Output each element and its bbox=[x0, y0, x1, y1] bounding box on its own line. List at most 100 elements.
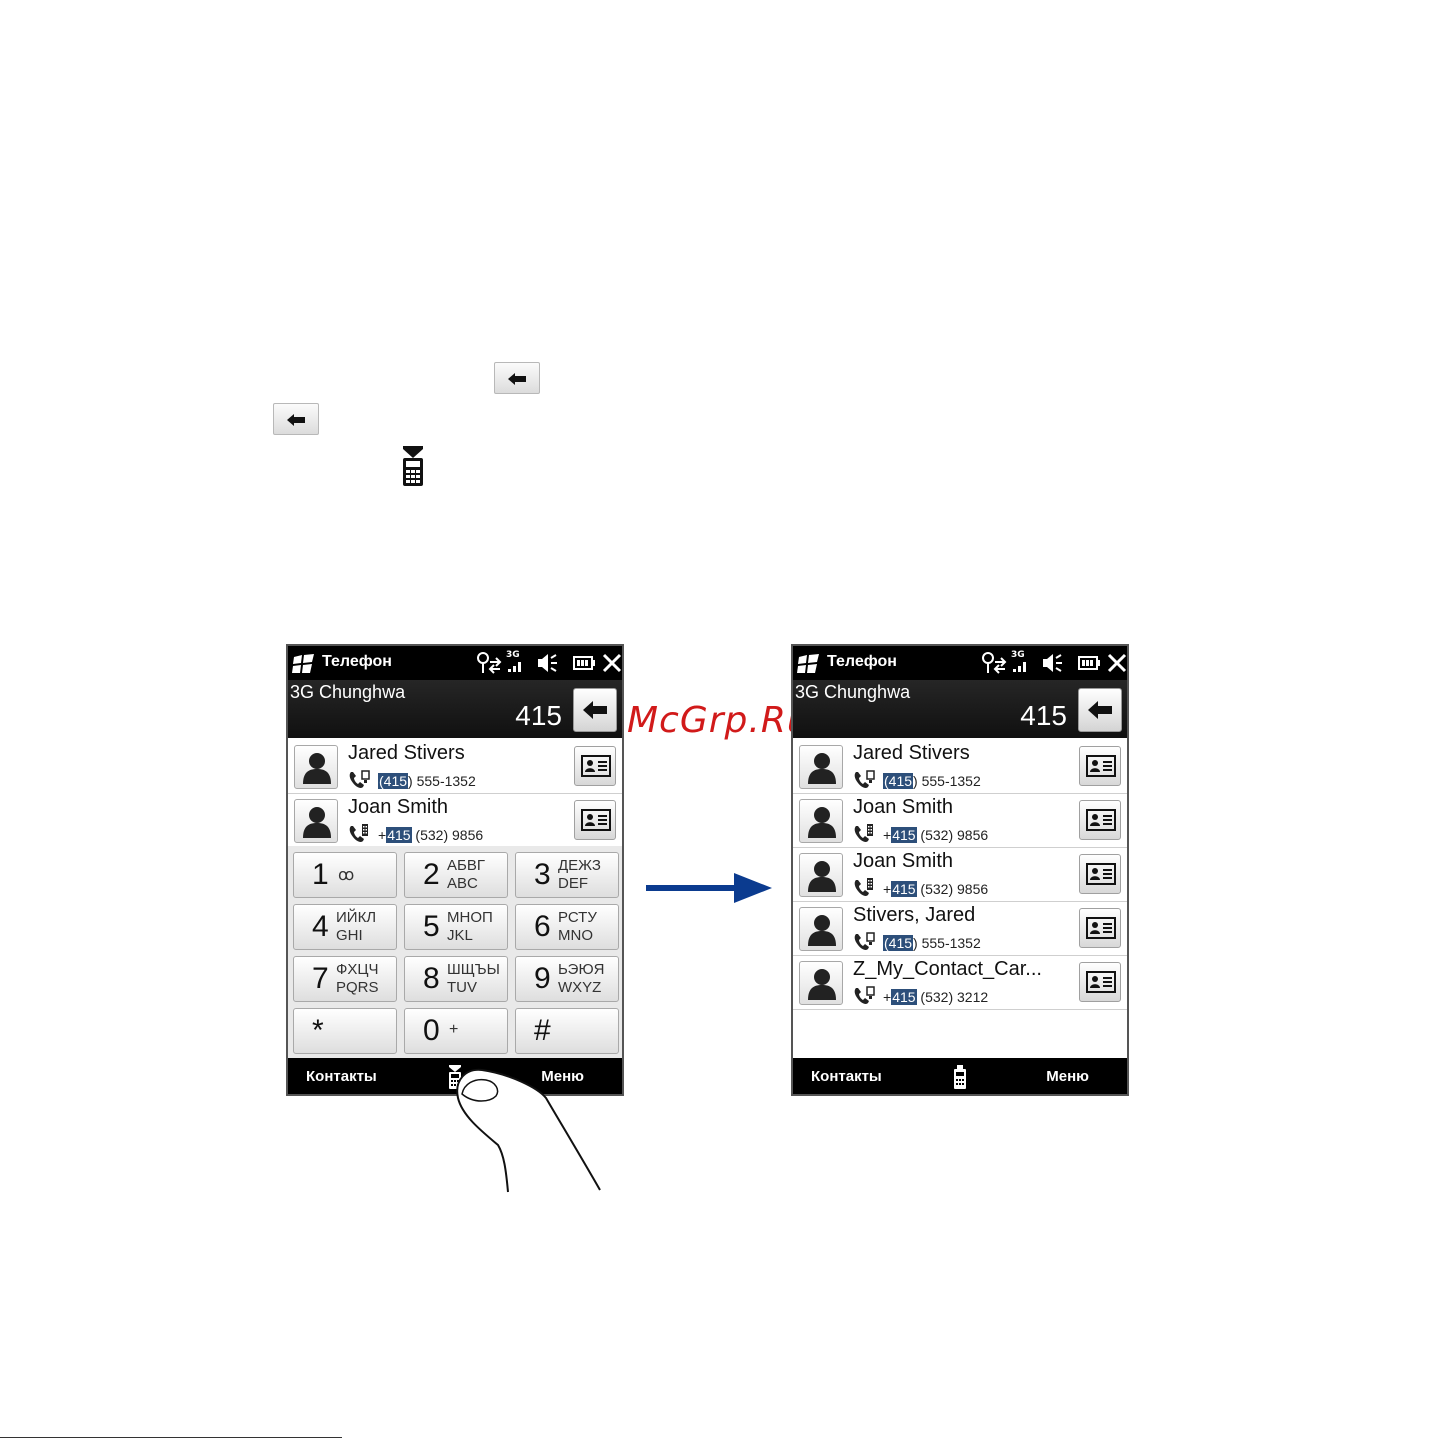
phone-keypad-icon bbox=[402, 446, 424, 486]
key-letters-cyrillic: ШЩЪЫ bbox=[447, 961, 500, 978]
battery-icon[interactable] bbox=[573, 656, 595, 670]
contact-number: +415 (532) 9856 bbox=[883, 881, 988, 897]
contact-avatar[interactable] bbox=[799, 745, 843, 789]
key-letters-latin: MNO bbox=[558, 927, 593, 944]
key-0[interactable]: 0 + bbox=[404, 1008, 508, 1054]
key-letters-cyrillic: РСТУ bbox=[558, 909, 597, 926]
key-star[interactable]: * bbox=[293, 1008, 397, 1054]
keypad-toggle-icon[interactable] bbox=[953, 1065, 967, 1089]
key-4[interactable]: 4 ИЙКЛ GHI bbox=[293, 904, 397, 950]
contact-row[interactable]: Joan Smith +415 (532) 9856 bbox=[793, 848, 1127, 902]
contact-name: Joan Smith bbox=[348, 796, 449, 818]
contact-number: +415 (532) 9856 bbox=[378, 827, 483, 843]
number-prefix: + bbox=[378, 827, 387, 843]
title-bar: Телефон 3G bbox=[288, 646, 622, 680]
watermark: McGrp.Ru bbox=[627, 700, 811, 741]
windows-logo-icon[interactable] bbox=[797, 654, 821, 674]
contact-row[interactable]: Jared Stivers (415) 555-1352 bbox=[793, 740, 1127, 794]
contact-row[interactable]: Joan Smith +415 (532) 9856 bbox=[793, 794, 1127, 848]
speaker-icon[interactable] bbox=[536, 652, 558, 674]
key-digit: 2 bbox=[423, 858, 440, 891]
key-hash[interactable]: # bbox=[515, 1008, 619, 1054]
key-symbol: ꝏ bbox=[338, 867, 355, 884]
key-digit: 5 bbox=[423, 910, 440, 943]
matched-digits: (415 bbox=[883, 935, 914, 951]
contact-avatar[interactable] bbox=[294, 745, 338, 789]
windows-logo-icon[interactable] bbox=[292, 654, 316, 674]
close-icon[interactable] bbox=[1107, 653, 1127, 673]
signal-icon bbox=[508, 662, 521, 672]
network-type-label: 3G bbox=[1011, 650, 1025, 660]
key-letters-cyrillic: ЬЭЮЯ bbox=[558, 961, 605, 978]
contact-avatar[interactable] bbox=[294, 799, 338, 843]
contact-number: (415) 555-1352 bbox=[883, 935, 981, 951]
contact-name: Stivers, Jared bbox=[853, 904, 976, 926]
battery-icon[interactable] bbox=[1078, 656, 1100, 670]
contact-name: Jared Stivers bbox=[348, 742, 465, 764]
key-symbol: + bbox=[449, 1021, 459, 1038]
connectivity-icon[interactable] bbox=[981, 652, 1007, 674]
app-title: Телефон bbox=[827, 653, 897, 670]
connectivity-icon[interactable] bbox=[476, 652, 502, 674]
backspace-icon bbox=[273, 403, 319, 435]
contact-card-button[interactable] bbox=[1079, 800, 1121, 840]
title-bar: Телефон 3G bbox=[793, 646, 1127, 680]
matched-digits: 415 bbox=[386, 827, 412, 843]
contact-avatar[interactable] bbox=[799, 853, 843, 897]
key-letters-cyrillic: ДЕЖЗ bbox=[558, 857, 601, 874]
key-8[interactable]: 8 ШЩЪЫ TUV bbox=[404, 956, 508, 1002]
dialed-number: 415 bbox=[515, 700, 562, 731]
contact-avatar[interactable] bbox=[799, 799, 843, 843]
key-letters-latin: ABC bbox=[447, 875, 478, 892]
contact-row[interactable]: Jared Stivers (415) 555-1352 bbox=[288, 740, 622, 794]
contact-card-button[interactable] bbox=[1079, 854, 1121, 894]
key-letters-latin: PQRS bbox=[336, 979, 379, 996]
right-arrow-icon bbox=[646, 873, 772, 903]
contacts-softkey[interactable]: Контакты bbox=[811, 1068, 882, 1085]
key-5[interactable]: 5 МНОП JKL bbox=[404, 904, 508, 950]
backspace-button[interactable] bbox=[1078, 688, 1122, 732]
close-icon[interactable] bbox=[602, 653, 622, 673]
contact-card-button[interactable] bbox=[1079, 908, 1121, 948]
speaker-icon[interactable] bbox=[1041, 652, 1063, 674]
signal-icon bbox=[1013, 662, 1026, 672]
backspace-icon bbox=[1088, 701, 1112, 719]
contact-card-button[interactable] bbox=[574, 800, 616, 840]
contact-number: (415) 555-1352 bbox=[883, 773, 981, 789]
app-title: Телефон bbox=[322, 653, 392, 670]
key-3[interactable]: 3 ДЕЖЗ DEF bbox=[515, 852, 619, 898]
contact-card-button[interactable] bbox=[1079, 962, 1121, 1002]
matched-digits: 415 bbox=[891, 881, 917, 897]
key-digit: 1 bbox=[312, 858, 329, 891]
contacts-softkey[interactable]: Контакты bbox=[306, 1068, 377, 1085]
contact-card-button[interactable] bbox=[574, 746, 616, 786]
phone-screen-dialer: Телефон 3G 3G Chunghwa 415 Jared Stivers… bbox=[286, 644, 624, 1096]
contact-row[interactable]: Stivers, Jared (415) 555-1352 bbox=[793, 902, 1127, 956]
key-7[interactable]: 7 ФХЦЧ PQRS bbox=[293, 956, 397, 1002]
contact-row[interactable]: Z_My_Contact_Car... +415 (532) 3212 bbox=[793, 956, 1127, 1010]
home-phone-icon bbox=[853, 986, 875, 1010]
key-1[interactable]: 1ꝏ bbox=[293, 852, 397, 898]
menu-bar: Контакты Меню bbox=[793, 1058, 1127, 1094]
backspace-button[interactable] bbox=[573, 688, 617, 732]
menu-softkey[interactable]: Меню bbox=[1046, 1068, 1089, 1085]
contact-card-button[interactable] bbox=[1079, 746, 1121, 786]
number-prefix: + bbox=[883, 881, 892, 897]
key-2[interactable]: 2 АБВГ ABC bbox=[404, 852, 508, 898]
key-letters-cyrillic: АБВГ bbox=[447, 857, 485, 874]
matched-digits: 415 bbox=[891, 989, 917, 1005]
number-rest: (532) 9856 bbox=[916, 827, 989, 843]
key-digit: 6 bbox=[534, 910, 551, 943]
number-rest: ) 555-1352 bbox=[913, 935, 981, 951]
contact-number: +415 (532) 9856 bbox=[883, 827, 988, 843]
key-9[interactable]: 9 ЬЭЮЯ WXYZ bbox=[515, 956, 619, 1002]
contact-row[interactable]: Joan Smith +415 (532) 9856 bbox=[288, 794, 622, 848]
number-rest: (532) 3212 bbox=[916, 989, 989, 1005]
key-letters-latin: GHI bbox=[336, 927, 363, 944]
key-digit: # bbox=[534, 1014, 551, 1047]
contact-avatar[interactable] bbox=[799, 907, 843, 951]
number-prefix: + bbox=[883, 989, 892, 1005]
contact-name: Z_My_Contact_Car... bbox=[853, 958, 1042, 980]
contact-avatar[interactable] bbox=[799, 961, 843, 1005]
key-6[interactable]: 6 РСТУ MNO bbox=[515, 904, 619, 950]
